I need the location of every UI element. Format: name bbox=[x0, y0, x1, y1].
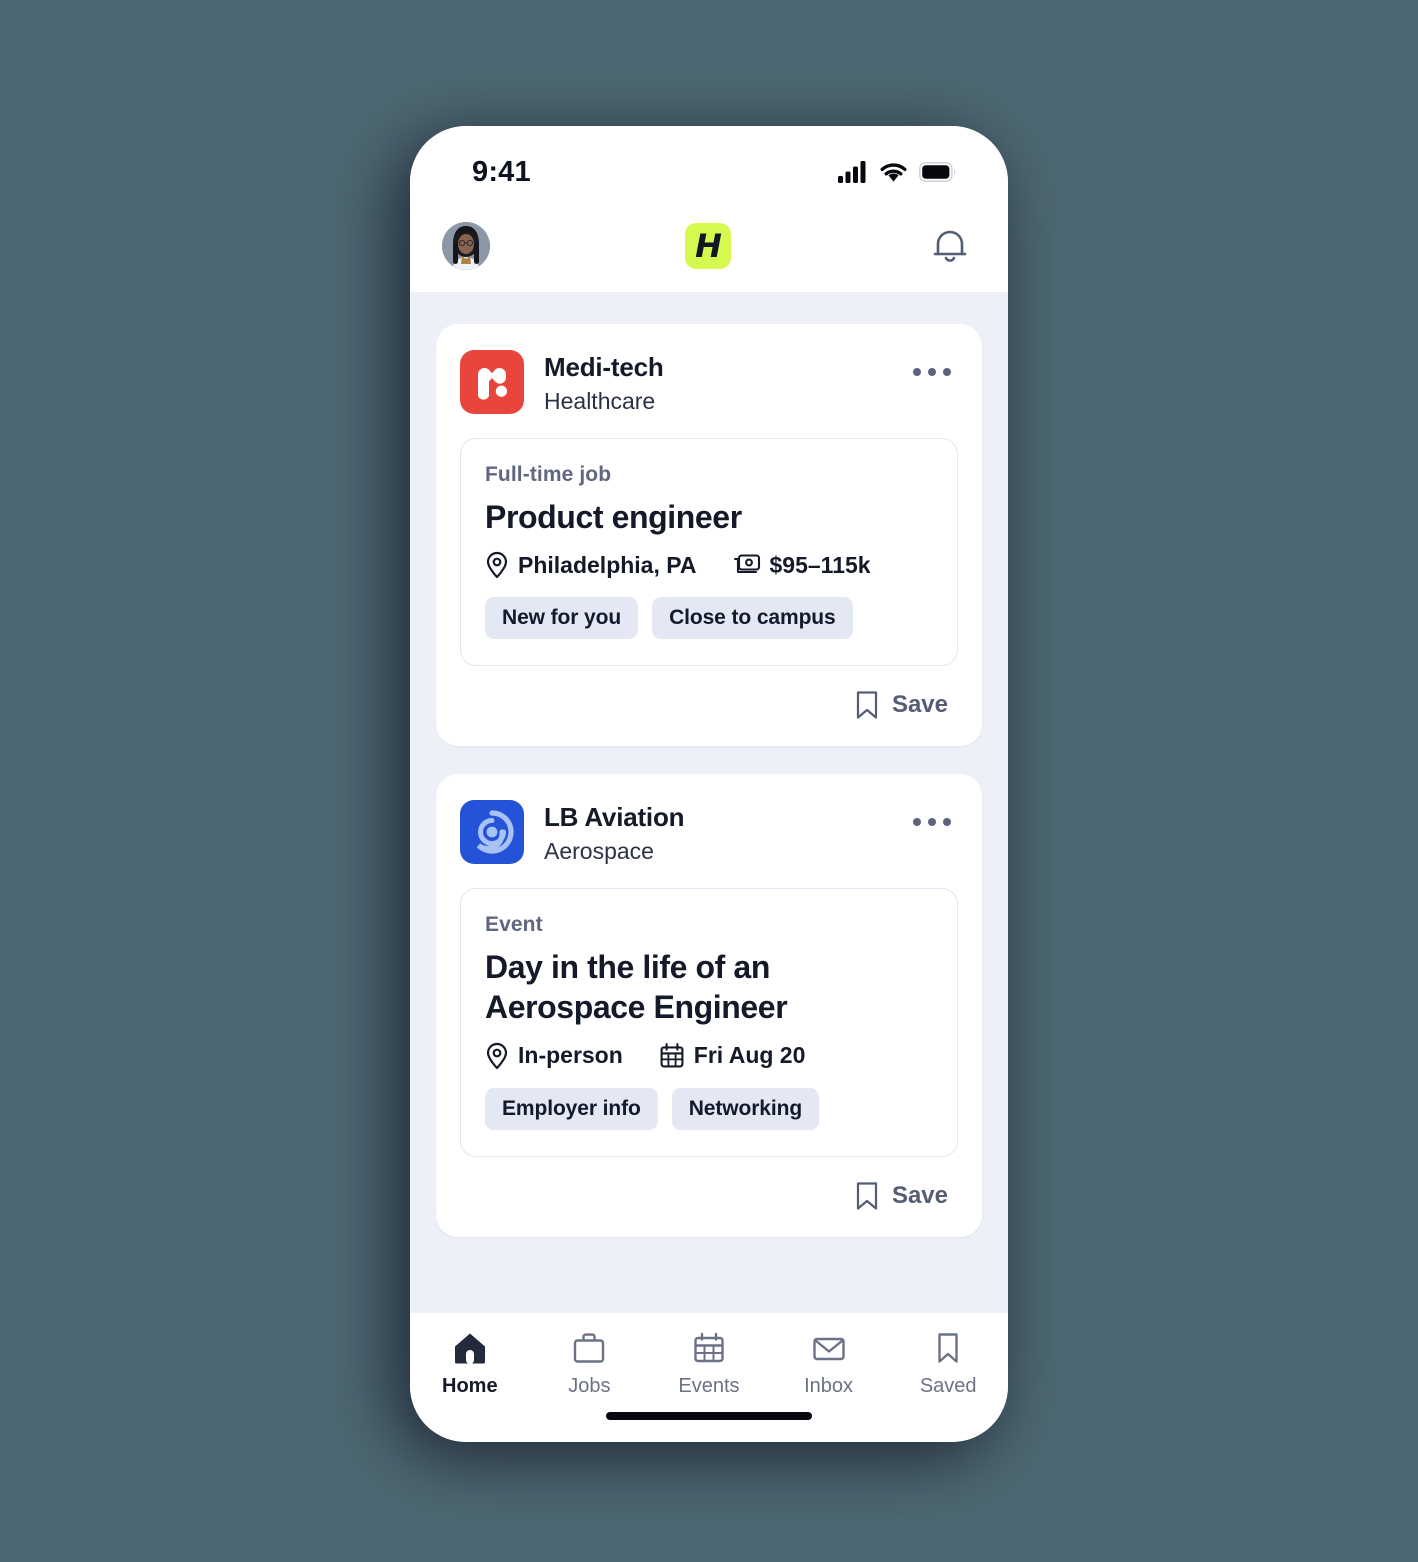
listing-chip[interactable]: Networking bbox=[671, 1087, 820, 1130]
tab-home-label: Home bbox=[442, 1375, 498, 1397]
bell-icon bbox=[933, 230, 967, 262]
more-options-icon bbox=[928, 818, 936, 827]
card-footer: Save bbox=[460, 1173, 958, 1219]
feed[interactable]: Medi-tech Healthcare Full-time job Produ… bbox=[410, 292, 1008, 1313]
save-button-label: Save bbox=[891, 1181, 948, 1209]
save-button[interactable]: Save bbox=[849, 682, 954, 728]
status-icons bbox=[838, 161, 956, 183]
tab-jobs[interactable]: Jobs bbox=[530, 1331, 650, 1398]
listing-meta-row: Philadelphia, PA $95–115k bbox=[485, 551, 933, 579]
more-options-button[interactable] bbox=[906, 354, 958, 390]
listing-chips: Employer info Networking bbox=[485, 1087, 933, 1130]
listing-meta-salary-text: $95–115k bbox=[769, 551, 871, 578]
calendar-icon bbox=[660, 1042, 684, 1067]
tab-inbox[interactable]: Inbox bbox=[769, 1331, 889, 1398]
avatar-image bbox=[442, 222, 490, 270]
org-logo[interactable] bbox=[460, 350, 524, 414]
save-button[interactable]: Save bbox=[849, 1173, 954, 1219]
listing-chip[interactable]: Employer info bbox=[485, 1087, 658, 1130]
listing-kicker: Full-time job bbox=[485, 462, 612, 486]
listing-meta-salary: $95–115k bbox=[733, 552, 871, 579]
listing-kicker: Event bbox=[485, 912, 543, 936]
bookmark-icon bbox=[856, 691, 878, 719]
tab-home[interactable]: Home bbox=[410, 1331, 530, 1398]
tab-events[interactable]: Events bbox=[649, 1331, 769, 1398]
org-name: LB Aviation bbox=[544, 802, 685, 833]
org-industry: Healthcare bbox=[544, 388, 656, 415]
listing-panel[interactable]: Event Day in the life of an Aerospace En… bbox=[460, 887, 958, 1157]
notifications-button[interactable] bbox=[926, 222, 974, 270]
more-options-icon bbox=[928, 368, 936, 376]
listing-title: Product engineer bbox=[485, 498, 742, 535]
envelope-icon bbox=[812, 1337, 845, 1361]
card-footer: Save bbox=[460, 682, 958, 728]
cellular-signal-icon bbox=[838, 161, 866, 183]
more-options-icon bbox=[913, 818, 921, 827]
listing-panel[interactable]: Full-time job Product engineer Philadelp… bbox=[460, 437, 958, 667]
lb-aviation-logo-icon bbox=[476, 810, 514, 854]
status-bar: 9:41 bbox=[410, 126, 1008, 200]
org-text: LB Aviation Aerospace bbox=[544, 800, 886, 866]
calendar-icon bbox=[694, 1332, 724, 1363]
listing-meta-format-text: In-person bbox=[518, 1042, 623, 1068]
home-indicator bbox=[606, 1412, 812, 1420]
location-pin-icon bbox=[486, 552, 508, 579]
battery-icon bbox=[919, 162, 956, 182]
tab-saved[interactable]: Saved bbox=[888, 1331, 1008, 1398]
home-icon bbox=[454, 1333, 485, 1364]
listing-meta-date-text: Fri Aug 20 bbox=[693, 1042, 806, 1068]
tab-jobs-label: Jobs bbox=[568, 1375, 611, 1397]
brand-logo-letter: H bbox=[695, 227, 722, 265]
listing-meta-location: Philadelphia, PA bbox=[485, 551, 697, 579]
more-options-icon bbox=[943, 368, 951, 376]
briefcase-icon bbox=[574, 1333, 605, 1363]
org-name: Medi-tech bbox=[544, 352, 664, 382]
feed-card[interactable]: LB Aviation Aerospace Event Day in the l… bbox=[436, 774, 982, 1237]
screenshot-stage: 9:41 H Medi-tech Healthcare Full-time jo… bbox=[0, 0, 1418, 1562]
listing-meta-format: In-person bbox=[485, 1042, 623, 1070]
listing-meta-location-text: Philadelphia, PA bbox=[518, 551, 697, 578]
bookmark-icon bbox=[938, 1333, 958, 1363]
bookmark-icon bbox=[856, 1181, 878, 1210]
listing-chip[interactable]: New for you bbox=[485, 597, 639, 640]
money-icon bbox=[733, 554, 760, 574]
app-header: H bbox=[410, 200, 1008, 292]
listing-chips: New for you Close to campus bbox=[485, 597, 933, 640]
more-options-button[interactable] bbox=[906, 804, 958, 840]
avatar[interactable] bbox=[442, 222, 490, 270]
listing-title: Day in the life of an Aerospace Engineer bbox=[485, 948, 788, 1026]
listing-meta-row: In-person Fri Aug 20 bbox=[485, 1042, 933, 1070]
tab-events-label: Events bbox=[678, 1375, 740, 1397]
bottom-tab-bar: Home Jobs Events Inbox Saved bbox=[410, 1313, 1008, 1442]
tab-inbox-label: Inbox bbox=[804, 1375, 854, 1397]
tab-saved-label: Saved bbox=[919, 1375, 977, 1397]
org-logo[interactable] bbox=[460, 800, 524, 865]
listing-chip[interactable]: Close to campus bbox=[652, 597, 853, 640]
card-header: LB Aviation Aerospace bbox=[460, 800, 958, 866]
brand-logo[interactable]: H bbox=[685, 223, 731, 269]
location-pin-icon bbox=[486, 1042, 508, 1069]
phone-frame: 9:41 H Medi-tech Healthcare Full-time jo… bbox=[410, 126, 1008, 1442]
org-text: Medi-tech Healthcare bbox=[544, 350, 886, 416]
status-time: 9:41 bbox=[472, 155, 531, 188]
more-options-icon bbox=[913, 368, 921, 376]
org-industry: Aerospace bbox=[544, 838, 654, 865]
more-options-icon bbox=[943, 818, 951, 827]
listing-meta-date: Fri Aug 20 bbox=[659, 1042, 806, 1070]
feed-card[interactable]: Medi-tech Healthcare Full-time job Produ… bbox=[436, 324, 982, 747]
medi-tech-logo-icon bbox=[477, 367, 507, 400]
save-button-label: Save bbox=[891, 691, 948, 719]
wifi-icon bbox=[880, 162, 907, 182]
card-header: Medi-tech Healthcare bbox=[460, 350, 958, 416]
